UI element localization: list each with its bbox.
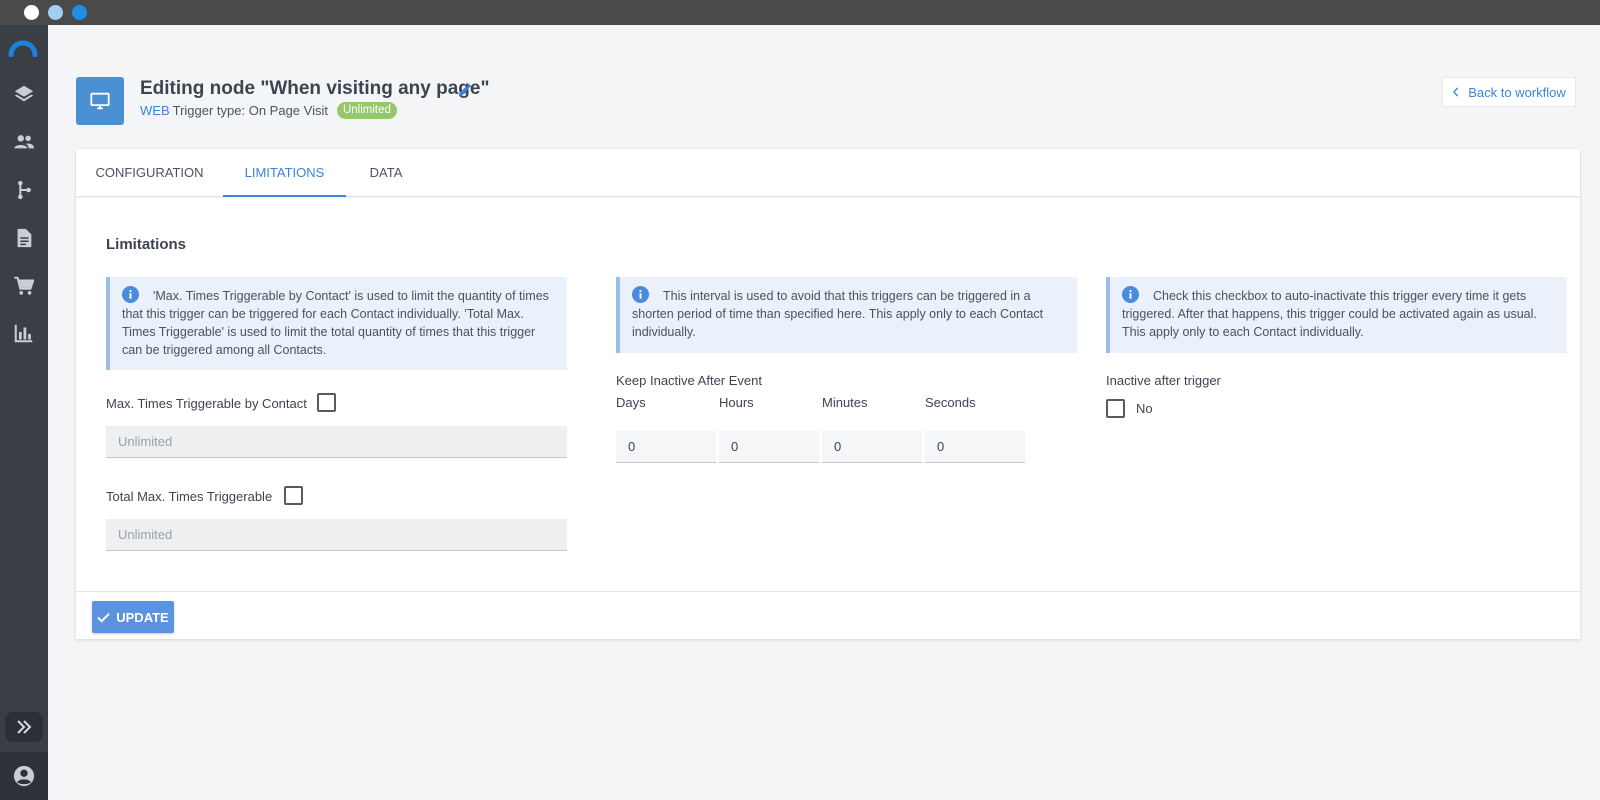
trigger-type-label: Trigger type: On Page Visit xyxy=(172,103,328,118)
section-title: Limitations xyxy=(106,236,187,253)
window-titlebar xyxy=(0,0,1600,25)
back-to-workflow-label: Back to workflow xyxy=(1468,84,1566,100)
account-icon xyxy=(13,765,35,787)
keep-inactive-label: Keep Inactive After Event xyxy=(616,373,762,388)
people-icon[interactable] xyxy=(13,131,35,153)
seconds-input[interactable]: 0 xyxy=(925,431,1025,463)
main-content: Editing node "When visiting any page" WE… xyxy=(48,25,1600,800)
window-minimize-button[interactable] xyxy=(48,5,63,20)
inactive-after-label: Inactive after trigger xyxy=(1106,373,1221,388)
info-text: This interval is used to avoid that this… xyxy=(632,289,1044,339)
node-subtitle: WEB Trigger type: On Page Visit Unlimite… xyxy=(140,102,397,119)
info-box-inactive: Check this checkbox to auto-inactivate t… xyxy=(1106,277,1567,353)
layers-icon[interactable] xyxy=(13,83,35,105)
info-text: 'Max. Times Triggerable by Contact' is u… xyxy=(122,289,549,357)
pencil-icon[interactable] xyxy=(457,82,473,98)
card-footer: UPDATE xyxy=(76,591,1580,639)
back-to-workflow-button[interactable]: Back to workflow xyxy=(1442,77,1576,107)
cart-icon[interactable] xyxy=(13,275,35,297)
info-box-max-times: 'Max. Times Triggerable by Contact' is u… xyxy=(106,277,567,370)
chevron-left-icon xyxy=(1453,87,1459,97)
hours-input[interactable]: 0 xyxy=(719,431,819,463)
update-button[interactable]: UPDATE xyxy=(92,601,174,633)
status-badge: Unlimited xyxy=(336,102,397,119)
info-icon xyxy=(1122,286,1139,303)
days-input[interactable]: 0 xyxy=(616,431,716,463)
tab-data[interactable]: DATA xyxy=(346,149,426,197)
user-account-button[interactable] xyxy=(0,752,48,800)
monitor-icon xyxy=(90,92,110,110)
max-by-contact-checkbox[interactable] xyxy=(317,393,336,412)
total-max-checkbox[interactable] xyxy=(284,486,303,505)
seconds-label: Seconds xyxy=(925,395,976,410)
tab-bar: CONFIGURATION LIMITATIONS DATA xyxy=(76,149,1580,197)
window-maximize-button[interactable] xyxy=(72,5,87,20)
total-max-input: Unlimited xyxy=(106,519,567,551)
node-type-badge xyxy=(76,77,124,125)
minutes-input[interactable]: 0 xyxy=(822,431,922,463)
double-chevron-right-icon xyxy=(17,720,32,734)
sidebar-expand-button[interactable] xyxy=(5,712,43,742)
check-icon xyxy=(97,612,110,623)
hours-label: Hours xyxy=(719,395,754,410)
tab-limitations[interactable]: LIMITATIONS xyxy=(223,149,346,197)
info-text: Check this checkbox to auto-inactivate t… xyxy=(1122,289,1537,339)
page-title: Editing node "When visiting any page" xyxy=(140,78,490,99)
app-logo[interactable] xyxy=(8,39,38,57)
minutes-label: Minutes xyxy=(822,395,868,410)
inactive-after-checkbox[interactable] xyxy=(1106,399,1125,418)
max-by-contact-label: Max. Times Triggerable by Contact xyxy=(106,396,307,411)
info-box-interval: This interval is used to avoid that this… xyxy=(616,277,1077,353)
chart-icon[interactable] xyxy=(13,322,35,344)
total-max-label: Total Max. Times Triggerable xyxy=(106,489,273,504)
window-close-button[interactable] xyxy=(24,5,39,20)
workflow-icon[interactable] xyxy=(13,179,35,201)
document-icon[interactable] xyxy=(13,227,35,249)
sidebar xyxy=(0,25,48,800)
info-icon xyxy=(122,286,139,303)
max-by-contact-input: Unlimited xyxy=(106,426,567,458)
update-label: UPDATE xyxy=(116,609,169,625)
channel-label: WEB xyxy=(140,103,170,118)
info-icon xyxy=(632,286,649,303)
days-label: Days xyxy=(616,395,646,410)
tab-configuration[interactable]: CONFIGURATION xyxy=(76,149,223,197)
node-editor-card: CONFIGURATION LIMITATIONS DATA Limitatio… xyxy=(76,149,1580,639)
inactive-after-value: No xyxy=(1136,401,1153,416)
